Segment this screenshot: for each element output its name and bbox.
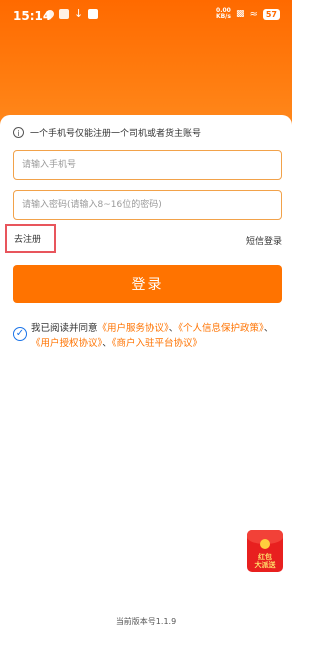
download-icon: ↓ (74, 7, 84, 20)
user-service-agreement-link[interactable]: 《用户服务协议》 (98, 323, 169, 334)
red-packet-label-2: 大派送 (254, 561, 276, 569)
agreement-separator: 、 (102, 338, 112, 349)
status-bar: 15:14 ↓ 0.00 KB/s ▩ ≈ 57 (0, 0, 292, 32)
message-notification-icon (59, 9, 69, 19)
nfc-icon: ▩ (235, 9, 245, 19)
phone-input[interactable] (14, 151, 281, 179)
register-link[interactable]: 去注册 (5, 224, 56, 253)
battery-icon: 57 (262, 8, 280, 20)
agreement-separator: 、 (168, 323, 179, 334)
user-authorization-agreement-link[interactable]: 《用户授权协议》 (31, 338, 102, 349)
agreement-separator: 、 (263, 323, 274, 334)
app-version: 当前版本号1.1.9 (115, 617, 177, 626)
notice-text: 一个手机号仅能注册一个司机或者货主账号 (30, 129, 202, 139)
agreement-text: 我已阅读并同意《用户服务协议》、《个人信息保护政策》、《用户授权协议》、《商户入… (31, 321, 281, 351)
red-packet-coin-icon (260, 539, 270, 549)
app-notification-icon (44, 8, 56, 20)
account-notice: i 一个手机号仅能注册一个司机或者货主账号 (13, 126, 201, 139)
login-button[interactable]: 登录 (13, 265, 282, 303)
password-field[interactable] (13, 190, 282, 220)
notification-icons: ↓ (44, 7, 99, 20)
red-packet-button[interactable]: 红包 大派送 (247, 530, 283, 572)
phone-field[interactable] (13, 150, 282, 180)
privacy-policy-link[interactable]: 《个人信息保护政策》 (178, 323, 264, 334)
red-packet-label-1: 红包 (258, 553, 272, 561)
network-speed-unit: KB/s (215, 13, 231, 20)
agreement-checkbox[interactable]: ✓ (13, 327, 27, 341)
app-badge-icon (88, 9, 99, 19)
password-input[interactable] (14, 191, 281, 219)
wifi-icon: ≈ (249, 8, 258, 20)
info-icon: i (13, 127, 24, 138)
sms-login-link[interactable]: 短信登录 (246, 234, 282, 247)
network-speed: 0.00 KB/s (216, 8, 231, 20)
merchant-agreement-link[interactable]: 《商户入驻平台协议》 (112, 338, 202, 349)
agreement-prefix: 我已阅读并同意 (31, 323, 98, 334)
system-indicators: 0.00 KB/s ▩ ≈ 57 (216, 8, 280, 20)
